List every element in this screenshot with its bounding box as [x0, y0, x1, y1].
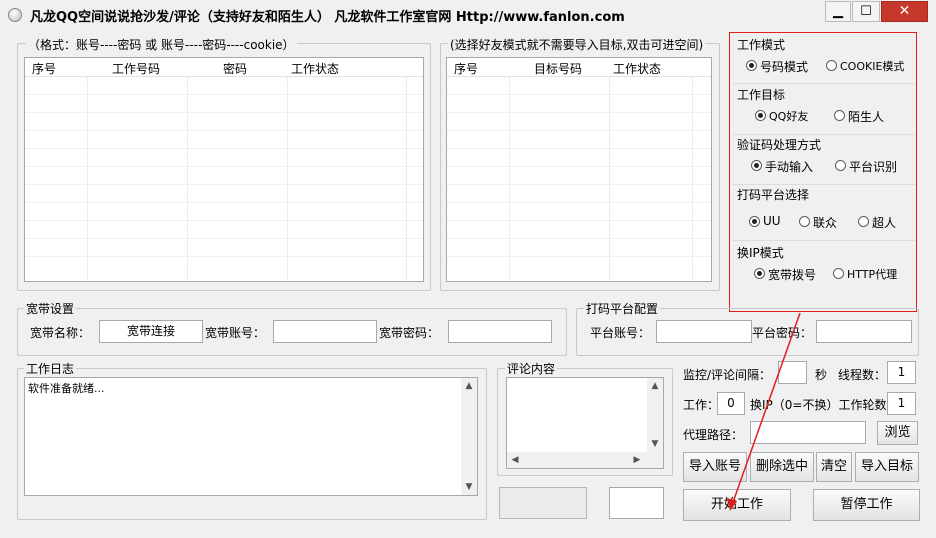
- annotation-arrow: [727, 312, 801, 511]
